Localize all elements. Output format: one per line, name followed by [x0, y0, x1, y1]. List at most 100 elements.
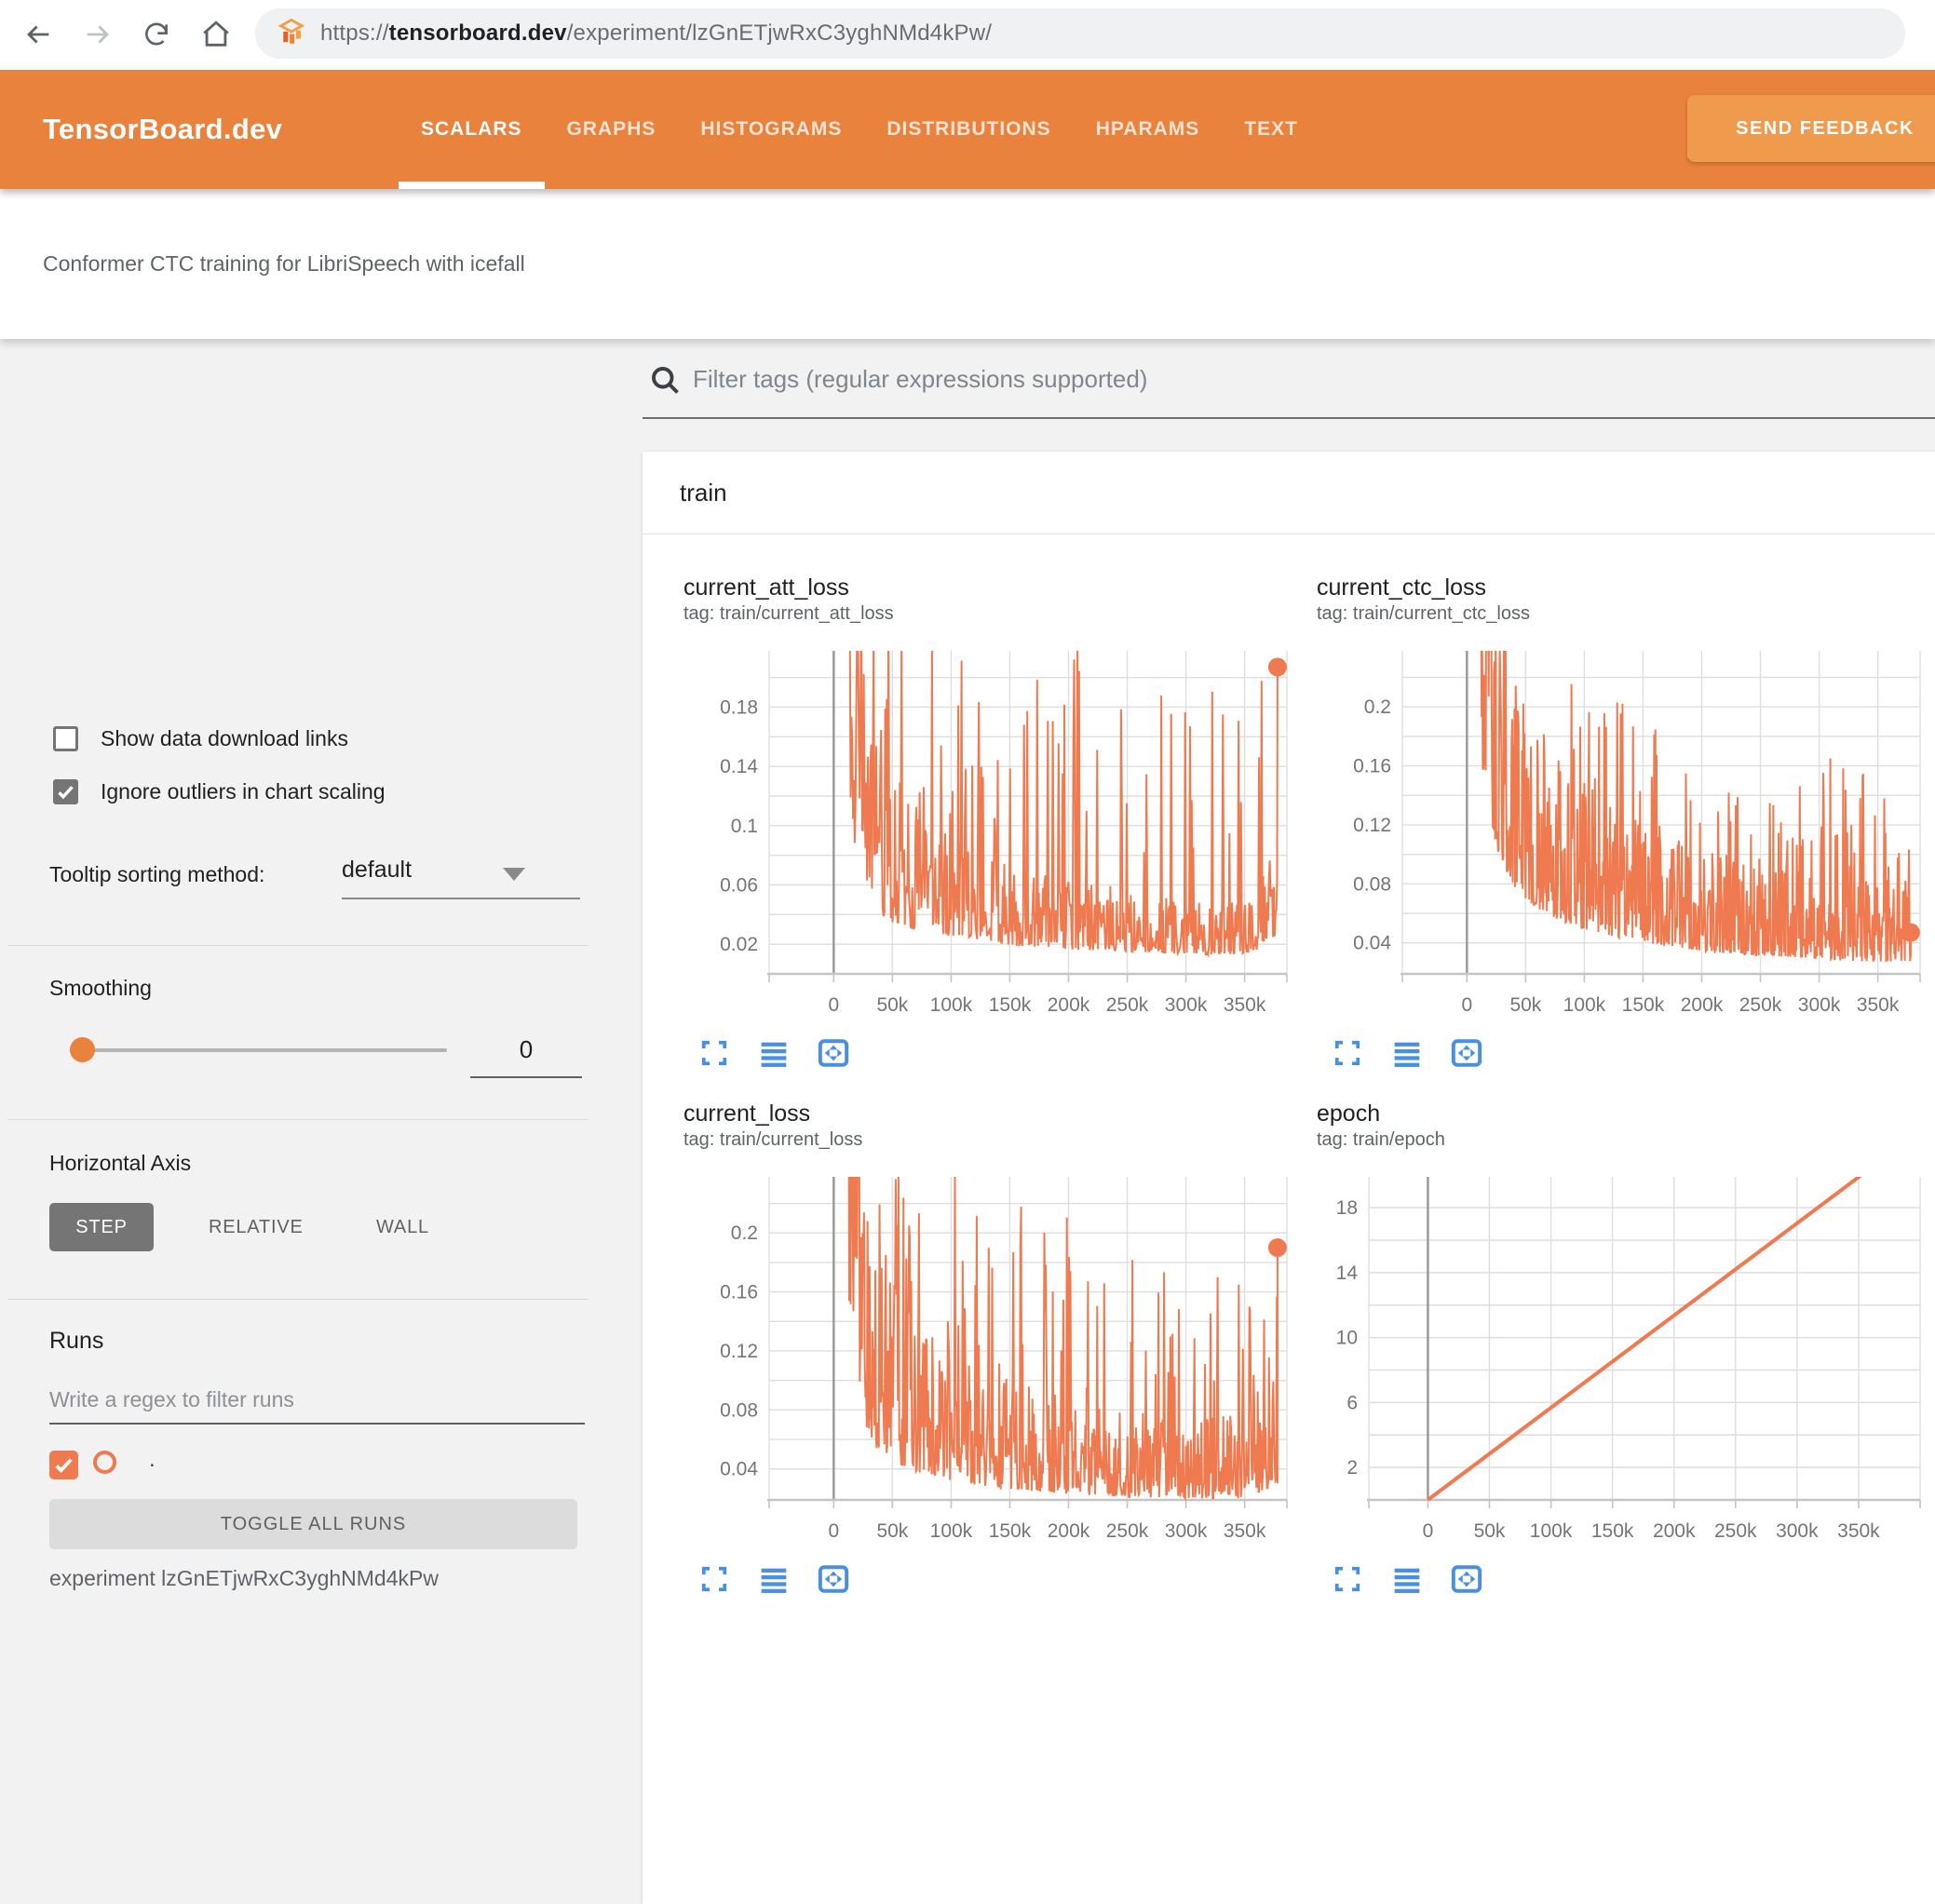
chart-plot-epoch[interactable]: 26101418050k100k150k200k250k300k350k: [1317, 1169, 1935, 1560]
smoothing-value-underline: [470, 1076, 582, 1078]
send-feedback-button[interactable]: SEND FEEDBACK: [1687, 95, 1935, 162]
run-checkbox[interactable]: [49, 1451, 78, 1479]
y-tick-label: 10: [1336, 1328, 1358, 1349]
ignore-outliers-label: Ignore outliers in chart scaling: [101, 779, 386, 804]
series-endpoint-dot[interactable]: [1268, 658, 1287, 677]
fit-domain-icon[interactable]: [818, 1563, 849, 1595]
tooltip-sorting-label: Tooltip sorting method:: [49, 862, 264, 887]
filter-tags-input[interactable]: Filter tags (regular expressions support…: [693, 365, 1147, 394]
divider: [7, 1299, 589, 1300]
chart-plot-current_loss[interactable]: 0.040.080.120.160.2050k100k150k200k250k3…: [683, 1169, 1317, 1560]
tab-text[interactable]: TEXT: [1222, 70, 1320, 189]
tab-distributions[interactable]: DISTRIBUTIONS: [864, 70, 1073, 189]
y-tick-label: 0.08: [1353, 873, 1391, 895]
fit-domain-icon[interactable]: [818, 1037, 849, 1069]
x-tick-label: 150k: [1591, 1520, 1634, 1542]
series-endpoint-dot[interactable]: [1268, 1238, 1287, 1257]
x-tick-label: 200k: [1653, 1520, 1696, 1542]
series-line-current_att_loss[interactable]: [849, 643, 1278, 954]
run-color-circle[interactable]: [93, 1451, 116, 1474]
runs-filter-input[interactable]: Write a regex to filter runs: [49, 1387, 294, 1412]
x-tick-label: 100k: [1530, 1520, 1573, 1542]
series-line-current_ctc_loss[interactable]: [1482, 643, 1911, 962]
y-tick-label: 0.12: [1353, 815, 1391, 836]
x-tick-label: 200k: [1048, 994, 1090, 1016]
axis-relative-button[interactable]: RELATIVE: [209, 1203, 304, 1251]
y-tick-label: 0.14: [720, 756, 758, 777]
y-tick-label: 6: [1346, 1392, 1358, 1413]
data-lines-icon[interactable]: [758, 1037, 790, 1069]
chart-card-current_att_loss: current_att_losstag: train/current_att_l…: [683, 534, 1317, 1070]
fit-domain-icon[interactable]: [1451, 1037, 1482, 1069]
divider: [7, 1119, 589, 1120]
fullscreen-icon[interactable]: [698, 1563, 730, 1595]
axis-wall-button[interactable]: WALL: [376, 1203, 429, 1251]
y-tick-label: 2: [1346, 1457, 1358, 1479]
fullscreen-icon[interactable]: [698, 1037, 730, 1069]
show-download-links-checkbox[interactable]: [53, 726, 78, 751]
experiment-title-band: Conformer CTC training for LibriSpeech w…: [0, 189, 1935, 339]
x-tick-label: 200k: [1681, 994, 1724, 1016]
x-tick-label: 250k: [1739, 994, 1782, 1016]
reload-icon[interactable]: [135, 13, 178, 56]
y-tick-label: 0.06: [720, 874, 758, 896]
x-tick-label: 250k: [1714, 1520, 1757, 1542]
show-download-links-label: Show data download links: [101, 726, 348, 751]
chevron-down-icon[interactable]: [503, 868, 525, 881]
series-line-current_loss[interactable]: [848, 1169, 1278, 1498]
chart-toolbar: [683, 1036, 1317, 1070]
chart-card-epoch: epochtag: train/epoch26101418050k100k150…: [1317, 1070, 1935, 1596]
chart-tag: tag: train/current_att_loss: [683, 601, 1317, 626]
smoothing-value[interactable]: 0: [470, 1035, 582, 1064]
x-tick-label: 300k: [1165, 1520, 1208, 1542]
forward-icon[interactable]: [76, 13, 119, 56]
fullscreen-icon[interactable]: [1332, 1037, 1363, 1069]
tab-label: HISTOGRAMS: [700, 118, 842, 141]
chart-toolbar: [683, 1562, 1317, 1596]
ignore-outliers-checkbox[interactable]: [53, 779, 78, 804]
tab-histograms[interactable]: HISTOGRAMS: [678, 70, 864, 189]
y-tick-label: 0.2: [731, 1222, 758, 1244]
chart-plot-current_ctc_loss[interactable]: 0.040.080.120.160.2050k100k150k200k250k3…: [1317, 643, 1935, 1034]
x-tick-label: 350k: [1224, 1520, 1266, 1542]
axis-step-button[interactable]: STEP: [49, 1203, 154, 1251]
fit-domain-icon[interactable]: [1451, 1563, 1482, 1595]
tab-scalars[interactable]: SCALARS: [399, 70, 545, 189]
toggle-all-runs-button[interactable]: TOGGLE ALL RUNS: [49, 1499, 577, 1549]
x-tick-label: 100k: [1563, 994, 1606, 1016]
tooltip-sorting-select[interactable]: default: [342, 857, 412, 884]
x-tick-label: 100k: [930, 994, 973, 1016]
smoothing-label: Smoothing: [49, 976, 152, 1001]
tab-graphs[interactable]: GRAPHS: [545, 70, 679, 189]
x-tick-label: 250k: [1106, 1520, 1149, 1542]
tooltip-select-underline: [342, 898, 580, 899]
app-logo: TensorBoard.dev: [43, 70, 282, 189]
dashboard-main: Filter tags (regular expressions support…: [643, 339, 1935, 1551]
chart-title: epoch: [1317, 1100, 1935, 1128]
address-bar[interactable]: https://tensorboard.dev/experiment/lzGnE…: [255, 8, 1905, 59]
data-lines-icon[interactable]: [1391, 1037, 1423, 1069]
back-icon[interactable]: [17, 13, 60, 56]
tensorboard-favicon-icon: [277, 18, 305, 50]
show-download-links-row: Show data download links: [53, 726, 348, 751]
chart-plot-current_att_loss[interactable]: 0.020.060.10.140.18050k100k150k200k250k3…: [683, 643, 1317, 1034]
filter-input-underline: [643, 417, 1935, 419]
smoothing-slider-track[interactable]: [70, 1048, 447, 1052]
data-lines-icon[interactable]: [1391, 1563, 1423, 1595]
experiment-id-text: experiment lzGnETjwRxC3yghNMd4kPw: [49, 1566, 439, 1591]
x-tick-label: 50k: [876, 994, 908, 1016]
data-lines-icon[interactable]: [758, 1563, 790, 1595]
x-tick-label: 50k: [1474, 1520, 1506, 1542]
series-endpoint-dot[interactable]: [1901, 924, 1920, 942]
fullscreen-icon[interactable]: [1332, 1563, 1363, 1595]
chart-card-current_ctc_loss: current_ctc_losstag: train/current_ctc_l…: [1317, 534, 1935, 1070]
y-tick-label: 0.02: [720, 934, 758, 955]
train-section-title[interactable]: train: [680, 452, 727, 533]
x-tick-label: 150k: [989, 994, 1032, 1016]
x-tick-label: 250k: [1106, 994, 1149, 1016]
smoothing-slider-thumb[interactable]: [70, 1037, 95, 1062]
tab-hparams[interactable]: HPARAMS: [1074, 70, 1223, 189]
divider: [7, 945, 589, 946]
home-icon[interactable]: [195, 13, 237, 56]
chart-title: current_ctc_loss: [1317, 574, 1935, 601]
